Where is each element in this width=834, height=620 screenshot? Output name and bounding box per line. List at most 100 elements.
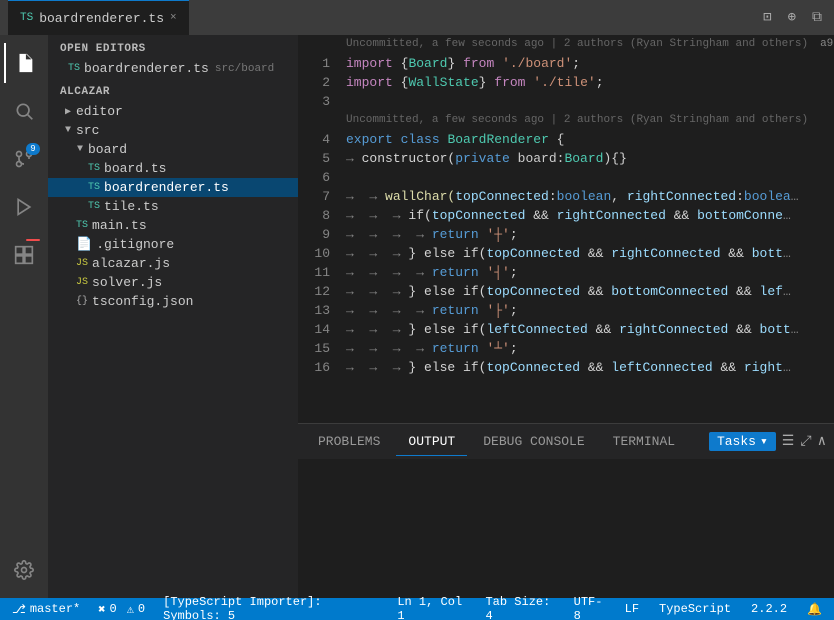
js-icon-alcazar: JS bbox=[76, 258, 88, 269]
git-hash: a9b39f3b bbox=[820, 35, 834, 54]
panel-tab-terminal[interactable]: TERMINAL bbox=[601, 428, 687, 455]
open-editor-boardrenderer[interactable]: TS boardrenderer.ts src/board bbox=[48, 59, 298, 78]
status-language[interactable]: TypeScript bbox=[655, 598, 735, 620]
panel-tab-problems[interactable]: PROBLEMS bbox=[306, 428, 392, 455]
line-number-15: 15 bbox=[298, 339, 330, 358]
line-ending-label: LF bbox=[625, 602, 639, 616]
editor-content[interactable]: 1 2 3 4 5 6 7 8 9 10 11 12 13 1 bbox=[298, 35, 834, 423]
status-errors[interactable]: ✖ 0 ⚠ 0 bbox=[94, 598, 149, 620]
line-number-10: 10 bbox=[298, 244, 330, 263]
tree-item-solver-js[interactable]: JS solver.js bbox=[48, 273, 298, 292]
panel-tab-debug-console[interactable]: DEBUG CONSOLE bbox=[471, 428, 596, 455]
tree-item-alcazar-js[interactable]: JS alcazar.js bbox=[48, 254, 298, 273]
tree-item-tile-ts[interactable]: TS tile.ts bbox=[48, 197, 298, 216]
code-line-9: → → → → return '┼' ; bbox=[338, 225, 834, 244]
code-line-10: → → → } else if( topConnected && rightCo… bbox=[338, 244, 834, 263]
code-line-13: → → → → return '├' ; bbox=[338, 301, 834, 320]
activity-files[interactable] bbox=[4, 43, 44, 83]
code-line-1: import {Board} from './board' ; bbox=[338, 54, 834, 73]
status-branch[interactable]: ⎇ master* bbox=[8, 598, 84, 620]
ts-icon-small: TS bbox=[68, 63, 80, 74]
panel-tab-output[interactable]: OUTPUT bbox=[396, 428, 467, 456]
branch-name: master* bbox=[30, 602, 80, 616]
activity-settings[interactable] bbox=[4, 550, 44, 590]
tree-label-boardrenderer: boardrenderer.ts bbox=[104, 180, 229, 195]
tree-item-tsconfig[interactable]: {} tsconfig.json bbox=[48, 292, 298, 311]
activity-extensions[interactable] bbox=[4, 235, 44, 275]
panel-icon-expand[interactable]: ⤢ bbox=[800, 434, 811, 450]
json-icon-tsconfig: {} bbox=[76, 296, 88, 307]
ts-icon-main: TS bbox=[76, 220, 88, 231]
status-bar: ⎇ master* ✖ 0 ⚠ 0 [TypeScript Importer]:… bbox=[0, 598, 834, 620]
status-version[interactable]: 2.2.2 bbox=[747, 598, 791, 620]
split-editor-icon[interactable]: ⊡ bbox=[759, 7, 775, 28]
line-numbers: 1 2 3 4 5 6 7 8 9 10 11 12 13 1 bbox=[298, 35, 338, 423]
tasks-dropdown[interactable]: Tasks ▾ bbox=[709, 432, 776, 451]
js-icon-solver: JS bbox=[76, 277, 88, 288]
version-label: 2.2.2 bbox=[751, 602, 787, 616]
tree-label-tsconfig: tsconfig.json bbox=[92, 294, 193, 309]
status-position[interactable]: Ln 1, Col 1 bbox=[393, 598, 469, 620]
tree-item-board[interactable]: ▼ board bbox=[48, 140, 298, 159]
line-number-4: 4 bbox=[298, 130, 330, 149]
tree-item-editor[interactable]: ▶ editor bbox=[48, 102, 298, 121]
line-number-7: 7 bbox=[298, 187, 330, 206]
activity-debug[interactable] bbox=[4, 187, 44, 227]
tab-close-button[interactable]: × bbox=[170, 12, 177, 24]
error-count: 0 bbox=[109, 602, 116, 616]
ts-importer-label: [TypeScript Importer]: Symbols: 5 bbox=[163, 595, 377, 620]
ts-icon-boardrenderer: TS bbox=[88, 182, 100, 193]
encoding-label: UTF-8 bbox=[574, 595, 605, 620]
activity-source-control[interactable]: 9 bbox=[4, 139, 44, 179]
status-left: ⎇ master* ✖ 0 ⚠ 0 [TypeScript Importer]:… bbox=[8, 598, 381, 620]
activity-bar: 9 bbox=[0, 35, 48, 598]
editor-area: 1 2 3 4 5 6 7 8 9 10 11 12 13 1 bbox=[298, 35, 834, 598]
status-right: Ln 1, Col 1 Tab Size: 4 UTF-8 LF TypeScr… bbox=[393, 598, 826, 620]
tree-label-board: board bbox=[88, 142, 127, 157]
line-number-13: 13 bbox=[298, 301, 330, 320]
tree-label-tile: tile.ts bbox=[104, 199, 159, 214]
pin-icon[interactable]: ⊕ bbox=[784, 7, 800, 28]
status-ts-importer[interactable]: [TypeScript Importer]: Symbols: 5 bbox=[159, 598, 381, 620]
tab-size-label: Tab Size: 4 bbox=[485, 595, 553, 620]
ts-icon-tile: TS bbox=[88, 201, 100, 212]
open-editor-label: boardrenderer.ts bbox=[84, 61, 209, 76]
status-bell[interactable]: 🔔 bbox=[803, 598, 826, 620]
line-number-8: 8 bbox=[298, 206, 330, 225]
panel-icon-list[interactable]: ☰ bbox=[782, 433, 795, 450]
panel-icon-close[interactable]: ∧ bbox=[818, 433, 826, 450]
tree-label-editor: editor bbox=[76, 104, 123, 119]
ts-file-icon: TS bbox=[20, 12, 33, 24]
code-line-15: → → → → return '┴' ; bbox=[338, 339, 834, 358]
git-annotation-2: Uncommitted, a few seconds ago | 2 autho… bbox=[338, 111, 834, 130]
position-label: Ln 1, Col 1 bbox=[397, 595, 465, 620]
panel: PROBLEMS OUTPUT DEBUG CONSOLE TERMINAL T… bbox=[298, 423, 834, 598]
line-number-16: 16 bbox=[298, 358, 330, 377]
tree-label-alcazar: alcazar.js bbox=[92, 256, 170, 271]
layout-icon[interactable]: ⧉ bbox=[808, 8, 826, 28]
open-editor-path: src/board bbox=[215, 63, 274, 75]
status-encoding[interactable]: UTF-8 bbox=[570, 598, 609, 620]
code-line-5: → constructor( private board: Board ){} bbox=[338, 149, 834, 168]
tree-item-main-ts[interactable]: TS main.ts bbox=[48, 216, 298, 235]
alcazar-section: ALCAZAR bbox=[48, 78, 298, 102]
line-number-2: 2 bbox=[298, 73, 330, 92]
tree-item-src[interactable]: ▼ src bbox=[48, 121, 298, 140]
tree-item-board-ts[interactable]: TS board.ts bbox=[48, 159, 298, 178]
code-line-14: → → → } else if( leftConnected && rightC… bbox=[338, 320, 834, 339]
code-view: 1 2 3 4 5 6 7 8 9 10 11 12 13 1 bbox=[298, 35, 834, 423]
tree-item-gitignore[interactable]: 📄 .gitignore bbox=[48, 235, 298, 254]
line-number-3: 3 bbox=[298, 92, 330, 111]
status-tab-size[interactable]: Tab Size: 4 bbox=[481, 598, 557, 620]
code-lines: Uncommitted, a few seconds ago | 2 autho… bbox=[338, 35, 834, 423]
activity-search[interactable] bbox=[4, 91, 44, 131]
tasks-dropdown-arrow: ▾ bbox=[760, 434, 768, 449]
tasks-label: Tasks bbox=[717, 434, 756, 449]
status-line-ending[interactable]: LF bbox=[621, 598, 643, 620]
panel-tabs: PROBLEMS OUTPUT DEBUG CONSOLE TERMINAL T… bbox=[298, 424, 834, 459]
tree-item-boardrenderer-ts[interactable]: TS boardrenderer.ts bbox=[48, 178, 298, 197]
editor-tab[interactable]: TS boardrenderer.ts × bbox=[8, 0, 189, 35]
line-number-14: 14 bbox=[298, 320, 330, 339]
line-number-1: 1 bbox=[298, 54, 330, 73]
code-line-3 bbox=[338, 92, 834, 111]
